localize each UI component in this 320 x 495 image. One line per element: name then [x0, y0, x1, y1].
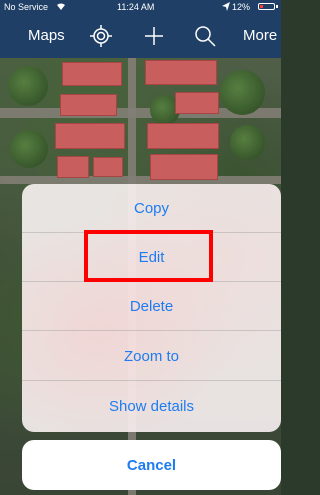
- wifi-icon: [56, 2, 66, 13]
- search-icon[interactable]: [194, 25, 216, 47]
- nav-bar: Maps More: [0, 14, 281, 58]
- show-details-button[interactable]: Show details: [22, 382, 281, 431]
- add-icon[interactable]: [143, 25, 165, 47]
- copy-button[interactable]: Copy: [22, 184, 281, 233]
- carrier-text: No Service: [4, 2, 49, 12]
- locate-icon[interactable]: [90, 25, 112, 47]
- more-button[interactable]: More: [243, 27, 277, 44]
- time-text: 11:24 AM: [117, 2, 155, 12]
- action-sheet: Copy Edit Delete Zoom to Show details: [22, 184, 281, 432]
- cancel-button[interactable]: Cancel: [22, 440, 281, 490]
- edit-highlight-box: [84, 230, 213, 282]
- status-bar: No Service 11:24 AM 12%: [0, 0, 281, 14]
- battery-percent: 12%: [232, 2, 251, 12]
- battery-icon: [258, 3, 275, 10]
- maps-button[interactable]: Maps: [28, 27, 65, 44]
- delete-button[interactable]: Delete: [22, 282, 281, 331]
- battery-nub: [276, 5, 278, 8]
- location-arrow-icon: [222, 2, 230, 13]
- zoom-to-button[interactable]: Zoom to: [22, 332, 281, 381]
